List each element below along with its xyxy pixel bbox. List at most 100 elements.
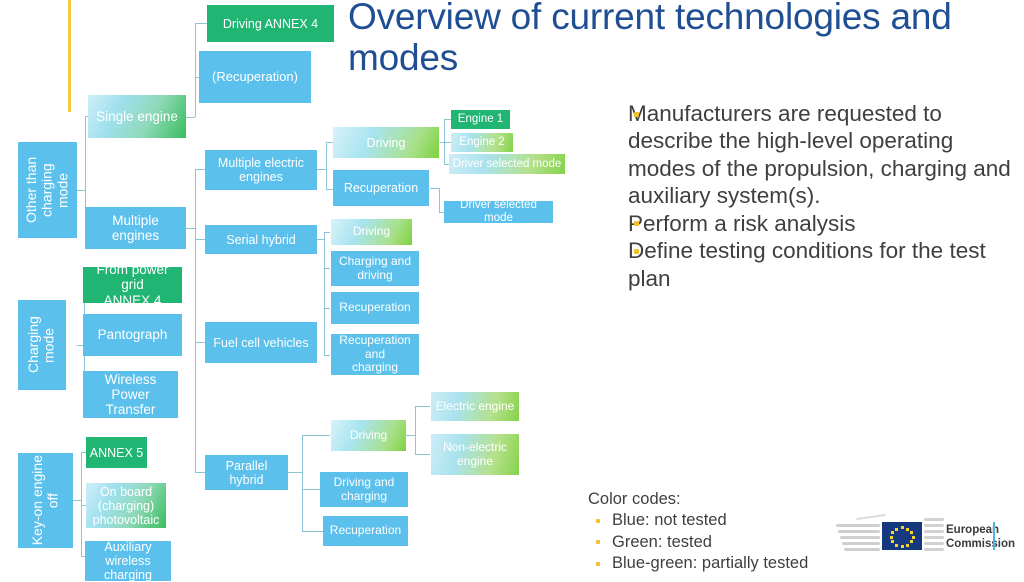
node-parallel-hybrid[interactable]: Parallel hybrid — [205, 455, 288, 490]
node-label: Other than charging mode — [22, 156, 71, 224]
connector — [444, 119, 451, 120]
node-label: Driving and charging — [333, 475, 395, 503]
node-label: (Recuperation) — [212, 68, 298, 84]
node-multiple-electric-engines[interactable]: Multiple electric engines — [205, 150, 317, 190]
connector — [195, 239, 205, 240]
bullet-item: Define testing conditions for the test p… — [628, 237, 1024, 292]
node-label: Engine 1 — [457, 113, 504, 126]
node-recuperation-serial[interactable]: Recuperation — [331, 292, 419, 324]
node-label: Recuperation — [329, 523, 402, 538]
connector — [186, 228, 195, 229]
connector — [415, 406, 416, 454]
node-label: Charging and driving — [338, 254, 412, 282]
node-driver-selected-mode-driving[interactable]: Driver selected mode — [449, 154, 565, 174]
node-other-than-charging-mode[interactable]: Other than charging mode — [18, 142, 77, 238]
node-label: Wireless Power Transfer — [104, 371, 157, 418]
bullet-list: Manufacturers are requested to describe … — [628, 100, 1024, 292]
node-label: From power grid ANNEX 4 — [96, 262, 169, 308]
node-from-power-grid-annex-4[interactable]: From power grid ANNEX 4 — [83, 262, 182, 308]
node-label: Electric engine — [435, 398, 515, 413]
node-label: Multiple electric engines — [217, 156, 305, 184]
connector — [317, 239, 324, 240]
node-charging-and-driving[interactable]: Charging and driving — [331, 251, 419, 286]
connector — [415, 406, 430, 407]
node-label: Driving — [352, 224, 391, 239]
node-label: Engine 2 — [459, 136, 505, 149]
connector — [302, 435, 330, 436]
connector — [415, 454, 430, 455]
connector — [195, 23, 196, 117]
node-recuperation-and-charging[interactable]: Recuperation and charging — [331, 334, 419, 375]
eu-logo-line1: European — [946, 524, 1000, 536]
node-driving-and-charging[interactable]: Driving and charging — [320, 472, 408, 507]
node-label: Driving — [366, 135, 406, 150]
connector — [195, 342, 205, 343]
european-commission-logo: European Commission — [836, 512, 1015, 564]
bullet-item: Perform a risk analysis — [628, 210, 1024, 237]
node-label: Serial hybrid — [226, 232, 296, 247]
node-key-on-engine-off[interactable]: Key-on engine off — [18, 453, 73, 548]
connector — [77, 190, 85, 191]
connector — [326, 142, 333, 143]
node-multiple-engines[interactable]: Multiple engines — [85, 207, 186, 249]
node-label: Fuel cell vehicles — [213, 335, 309, 350]
connector — [324, 232, 325, 355]
node-label: Driving ANNEX 4 — [222, 16, 319, 31]
node-label: Parallel hybrid — [225, 458, 268, 487]
connector — [430, 188, 439, 189]
connector — [195, 169, 196, 472]
connector — [326, 189, 333, 190]
node-electric-engine[interactable]: Electric engine — [431, 392, 519, 421]
node-driving-parallel[interactable]: Driving — [331, 420, 406, 451]
eu-logo-line2: Commission — [946, 538, 1016, 551]
node-charging-mode[interactable]: Charging mode — [18, 300, 66, 390]
node-fuel-cell-vehicles[interactable]: Fuel cell vehicles — [205, 322, 317, 363]
connector — [324, 355, 330, 356]
bullet-item: Manufacturers are requested to describe … — [628, 100, 1024, 210]
node-label: Pantograph — [97, 327, 168, 343]
node-wireless-power-transfer[interactable]: Wireless Power Transfer — [83, 371, 178, 418]
node-serial-hybrid[interactable]: Serial hybrid — [205, 225, 317, 254]
node-auxiliary-wireless-charging[interactable]: Auxiliary wireless charging — [85, 540, 171, 582]
node-pantograph[interactable]: Pantograph — [83, 314, 182, 356]
connector — [324, 268, 330, 269]
node-label: Driving — [349, 427, 388, 442]
color-codes-title: Color codes: — [588, 490, 681, 508]
connector — [195, 23, 207, 24]
node-engine-2[interactable]: Engine 2 — [451, 133, 513, 152]
node-driving-multiple-electric[interactable]: Driving — [333, 127, 439, 158]
node-annex-5[interactable]: ANNEX 5 — [86, 437, 147, 468]
node-label: On board (charging) photovoltaic — [92, 484, 160, 527]
node-driver-selected-mode-recuperation[interactable]: Driver selected mode — [444, 199, 553, 224]
connector — [73, 500, 81, 501]
connector — [81, 452, 82, 556]
node-non-electric-engine[interactable]: Non-electric engine — [431, 434, 519, 475]
node-driving-annex-4[interactable]: Driving ANNEX 4 — [207, 5, 334, 42]
node-engine-1[interactable]: Engine 1 — [451, 110, 510, 129]
node-on-board-charging-photovoltaic[interactable]: On board (charging) photovoltaic — [86, 483, 166, 528]
node-label: Recuperation and charging — [339, 333, 411, 375]
eu-logo-accent-bar — [993, 522, 995, 550]
node-label: Driver selected mode — [460, 199, 537, 224]
connector — [439, 188, 440, 212]
accent-rule — [68, 0, 71, 112]
eu-logo-text: European Commission — [946, 523, 1015, 552]
node-single-engine[interactable]: Single engine — [88, 95, 186, 138]
node-label: Driver selected mode — [452, 157, 562, 170]
node-label: Recuperation — [343, 181, 419, 195]
node-recuperation-optional[interactable]: (Recuperation) — [199, 51, 311, 103]
node-label: Key-on engine off — [28, 455, 61, 546]
node-label: Recuperation — [339, 300, 411, 315]
connector — [302, 435, 303, 531]
eu-flag-icon — [882, 522, 922, 550]
connector — [326, 142, 327, 189]
node-driving-serial[interactable]: Driving — [331, 219, 412, 245]
connector — [186, 117, 195, 118]
node-recuperation-parallel[interactable]: Recuperation — [323, 516, 408, 546]
connector — [324, 232, 330, 233]
node-recuperation-multiple-electric[interactable]: Recuperation — [333, 170, 429, 206]
connector — [288, 472, 302, 473]
node-label: Non-electric engine — [442, 440, 508, 468]
connector — [195, 472, 205, 473]
node-label: Multiple engines — [111, 212, 160, 243]
